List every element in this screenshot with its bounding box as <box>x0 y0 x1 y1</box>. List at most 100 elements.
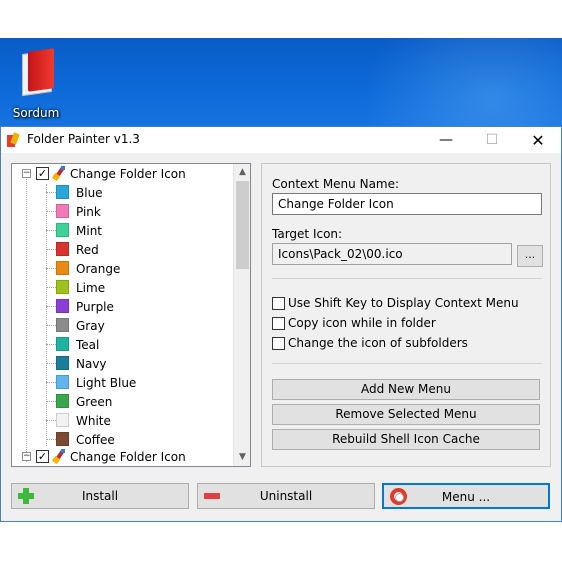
tree-item-label: Light Blue <box>76 376 137 390</box>
tree-item[interactable]: Teal <box>12 335 234 354</box>
folder-color-icon <box>56 185 69 199</box>
desktop-icon-label: Sordum <box>12 106 60 120</box>
install-button[interactable]: Install <box>11 483 189 509</box>
tree-item-label: Navy <box>76 357 107 371</box>
window-title: Folder Painter v1.3 <box>27 132 140 146</box>
tree-content: − ✓ Change Folder Icon Blue Pink Mint Red Or… <box>12 164 234 466</box>
tree-item[interactable]: Purple <box>12 297 234 316</box>
context-menu-name-label: Context Menu Name: <box>272 177 400 191</box>
tree-line <box>46 382 56 383</box>
tree-line <box>46 439 56 440</box>
option-shift-key[interactable]: Use Shift Key to Display Context Menu <box>272 295 519 311</box>
tree-group-label: Change Folder Icon <box>70 167 186 181</box>
tree-item-label: Lime <box>76 281 106 295</box>
tree-line <box>46 344 56 345</box>
uninstall-button[interactable]: Uninstall <box>197 483 375 509</box>
folder-color-icon <box>56 432 69 446</box>
tree-line <box>46 249 56 250</box>
tree-group-row[interactable]: − ✓ Change Folder Icon <box>12 164 234 183</box>
folder-color-icon <box>56 204 69 218</box>
group-checkbox[interactable]: ✓ <box>36 167 49 180</box>
paintbrush-icon <box>51 449 67 465</box>
folder-color-icon <box>56 261 69 275</box>
tree-item-label: Mint <box>76 224 102 238</box>
tree-line <box>46 211 56 212</box>
separator <box>272 278 542 279</box>
folder-color-icon <box>56 299 69 313</box>
tree-item[interactable]: White <box>12 411 234 430</box>
tree-line <box>46 363 56 364</box>
tree-item-label: Green <box>76 395 113 409</box>
tree-item-label: Gray <box>76 319 105 333</box>
tree-item[interactable]: Red <box>12 240 234 259</box>
tree-item[interactable]: Lime <box>12 278 234 297</box>
option-label: Change the icon of subfolders <box>288 336 468 350</box>
minimize-button[interactable]: — <box>423 127 469 153</box>
title-bar[interactable]: Folder Painter v1.3 — ☐ ✕ <box>1 127 561 153</box>
tree-line <box>46 192 56 193</box>
tree-item-label: Red <box>76 243 99 257</box>
paintbrush-icon <box>51 166 67 182</box>
book-icon <box>20 48 54 97</box>
add-new-menu-button[interactable]: Add New Menu <box>272 379 540 400</box>
tree-item[interactable]: Pink <box>12 202 234 221</box>
menu-tree[interactable]: − ✓ Change Folder Icon Blue Pink Mint Red Or… <box>11 163 251 467</box>
tree-item[interactable]: Blue <box>12 183 234 202</box>
folder-color-icon <box>56 318 69 332</box>
menu-label: Menu ... <box>441 490 491 504</box>
checkbox[interactable] <box>272 336 285 350</box>
tree-item[interactable]: Gray <box>12 316 234 335</box>
folder-color-icon <box>56 413 69 427</box>
maximize-button[interactable]: ☐ <box>469 127 515 153</box>
collapse-toggle[interactable]: − <box>22 169 31 178</box>
install-label: Install <box>81 489 119 503</box>
scroll-down-icon[interactable]: ▼ <box>234 449 250 466</box>
tree-line <box>46 287 56 288</box>
tree-item[interactable]: Navy <box>12 354 234 373</box>
tree-item[interactable]: Mint <box>12 221 234 240</box>
context-menu-name-input[interactable]: Change Folder Icon <box>272 193 542 215</box>
scroll-up-icon[interactable]: ▲ <box>234 164 250 181</box>
tree-item-label: White <box>76 414 111 428</box>
checkbox[interactable] <box>272 296 285 310</box>
rebuild-icon-cache-button[interactable]: Rebuild Shell Icon Cache <box>272 429 540 450</box>
folder-color-icon <box>56 356 69 370</box>
tree-line <box>46 230 56 231</box>
option-subfolders[interactable]: Change the icon of subfolders <box>272 335 468 351</box>
tree-line <box>46 401 56 402</box>
tree-item-label: Coffee <box>76 433 115 447</box>
option-copy-icon[interactable]: Copy icon while in folder <box>272 315 436 331</box>
tree-scrollbar[interactable]: ▲ ▼ <box>233 164 250 466</box>
option-label: Copy icon while in folder <box>288 316 436 330</box>
folder-color-icon <box>56 375 69 389</box>
desktop: Sordum <box>0 38 562 126</box>
tree-item[interactable]: Orange <box>12 259 234 278</box>
sordum-desktop-icon[interactable]: Sordum <box>8 46 64 122</box>
tree-item-label: Blue <box>76 186 103 200</box>
checkbox[interactable] <box>272 316 285 330</box>
folder-color-icon <box>56 337 69 351</box>
separator <box>272 363 542 364</box>
menu-button[interactable]: Menu ... <box>382 483 550 509</box>
tree-group-row[interactable]: − ✓ Change Folder Icon <box>12 447 234 466</box>
tree-group-label: Change Folder Icon <box>70 450 186 464</box>
folder-color-icon <box>56 242 69 256</box>
close-button[interactable]: ✕ <box>515 127 561 153</box>
tree-line <box>46 420 56 421</box>
folder-color-icon <box>56 223 69 237</box>
tree-item-label: Orange <box>76 262 121 276</box>
tree-line <box>46 306 56 307</box>
app-icon <box>7 132 20 147</box>
group-checkbox[interactable]: ✓ <box>36 450 49 463</box>
tree-line <box>46 325 56 326</box>
collapse-toggle[interactable]: − <box>22 452 31 461</box>
browse-button[interactable]: ... <box>517 245 543 267</box>
target-icon-input[interactable]: Icons\Pack_02\00.ico <box>272 243 512 265</box>
tree-item[interactable]: Light Blue <box>12 373 234 392</box>
tree-item-label: Purple <box>76 300 114 314</box>
folder-color-icon <box>56 280 69 294</box>
scroll-thumb[interactable] <box>236 181 249 269</box>
target-icon-label: Target Icon: <box>272 227 343 241</box>
tree-item[interactable]: Green <box>12 392 234 411</box>
remove-selected-menu-button[interactable]: Remove Selected Menu <box>272 404 540 425</box>
